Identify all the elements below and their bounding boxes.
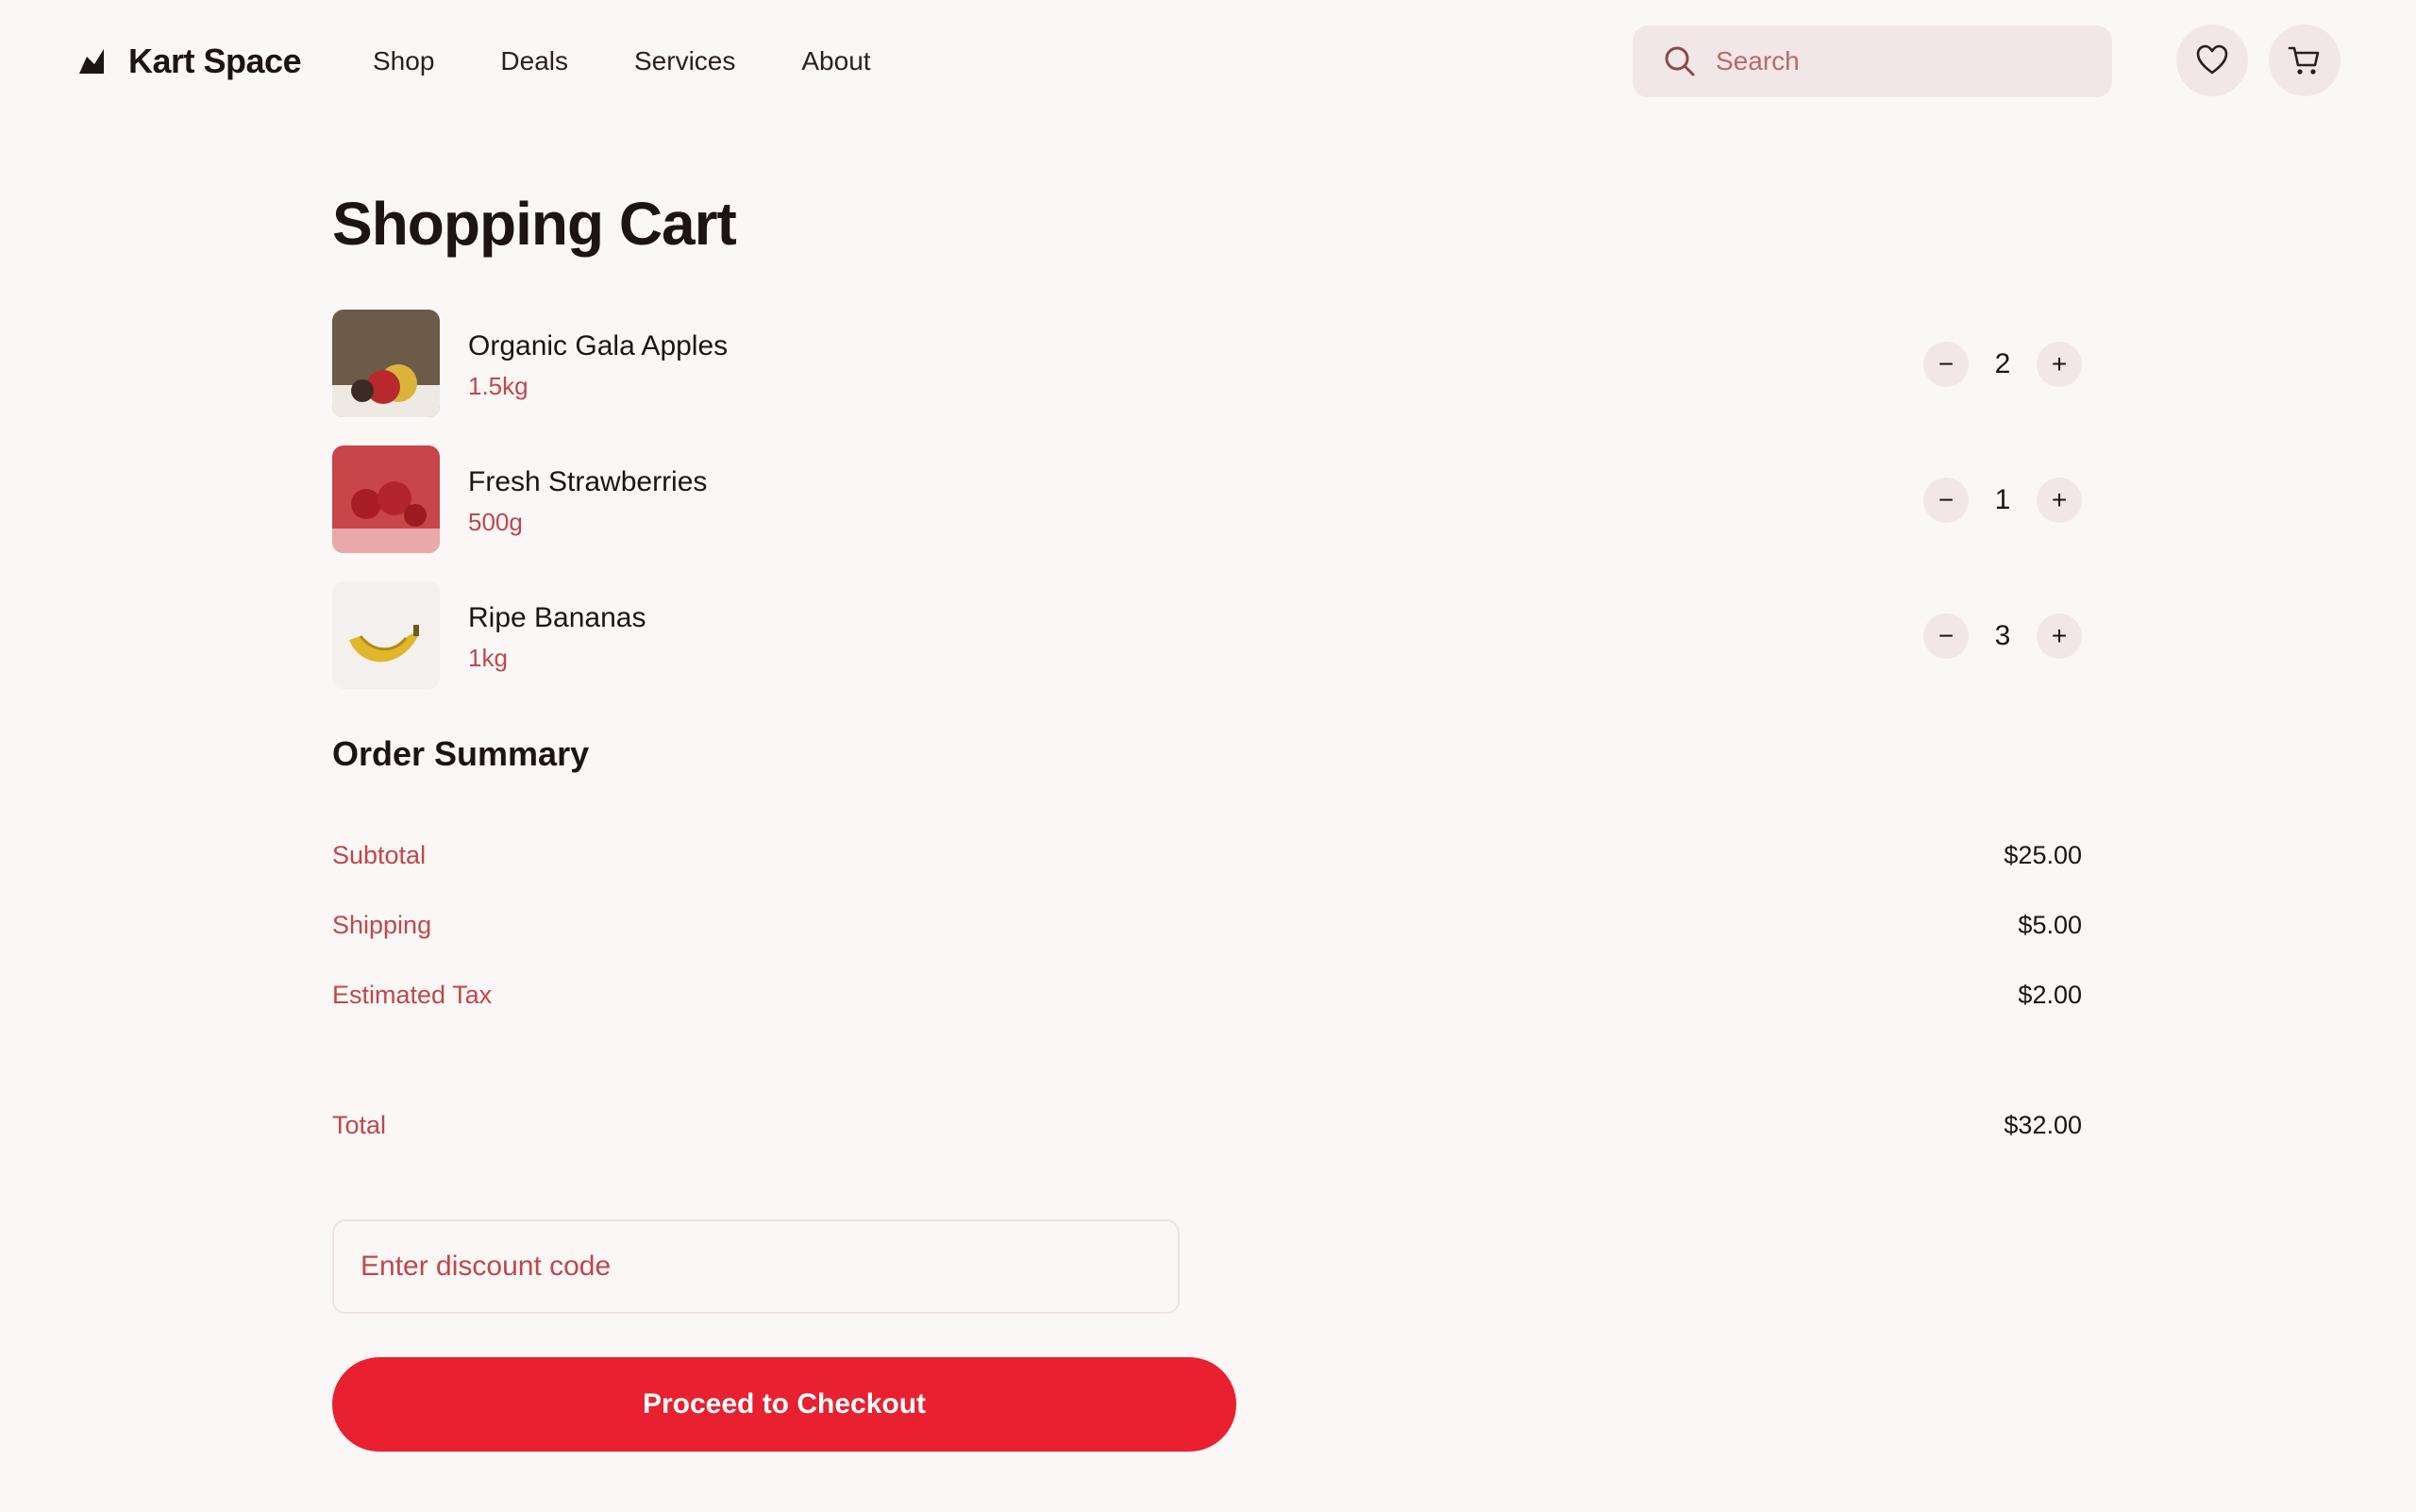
summary-row-subtotal: Subtotal $25.00 — [332, 836, 2082, 874]
brand-logo-icon — [79, 49, 104, 74]
brand-name: Kart Space — [128, 42, 302, 80]
strawberries-image — [332, 445, 440, 553]
increase-quantity-button[interactable]: + — [2037, 478, 2082, 523]
decrease-quantity-button[interactable]: − — [1923, 613, 1969, 659]
search-input[interactable] — [1716, 46, 2093, 76]
decrease-quantity-button[interactable]: − — [1923, 478, 1969, 523]
nav-link-shop[interactable]: Shop — [373, 46, 434, 76]
quantity-stepper: − 3 + — [1923, 613, 2082, 659]
item-size: 1.5kg — [468, 372, 528, 400]
wishlist-button[interactable] — [2176, 25, 2248, 96]
bananas-image — [332, 581, 440, 689]
tax-label: Estimated Tax — [332, 980, 493, 1009]
summary-row-total: Total $32.00 — [332, 1106, 2082, 1144]
quantity-value: 3 — [1994, 620, 2011, 651]
decrease-quantity-button[interactable]: − — [1923, 342, 1969, 387]
cart-item: Organic Gala Apples 1.5kg − 2 + — [332, 310, 2082, 419]
proceed-to-checkout-button[interactable]: Proceed to Checkout — [332, 1357, 1236, 1452]
item-name: Fresh Strawberries — [468, 466, 708, 497]
search-icon — [1665, 46, 1695, 76]
main-nav: Shop Deals Services About — [373, 40, 871, 83]
subtotal-label: Subtotal — [332, 840, 427, 869]
item-size: 1kg — [468, 644, 508, 672]
item-name: Organic Gala Apples — [468, 330, 729, 361]
search-bar[interactable] — [1633, 25, 2112, 97]
increase-quantity-button[interactable]: + — [2037, 342, 2082, 387]
nav-link-services[interactable]: Services — [634, 46, 735, 76]
summary-row-tax: Estimated Tax $2.00 — [332, 976, 2082, 1014]
total-label: Total — [332, 1110, 387, 1139]
item-name: Ripe Bananas — [468, 602, 646, 633]
nav-link-deals[interactable]: Deals — [500, 46, 568, 76]
quantity-value: 1 — [1994, 484, 2011, 515]
order-summary-title: Order Summary — [332, 734, 590, 773]
summary-row-shipping: Shipping $5.00 — [332, 906, 2082, 944]
quantity-value: 2 — [1994, 348, 2011, 379]
shipping-value: $5.00 — [2018, 910, 2082, 939]
apples-image — [332, 310, 440, 417]
discount-code-field[interactable] — [332, 1219, 1180, 1314]
cart-item: Ripe Bananas 1kg − 3 + — [332, 581, 2082, 691]
heart-icon — [2196, 44, 2228, 75]
cart-item: Fresh Strawberries 500g − 1 + — [332, 445, 2082, 555]
increase-quantity-button[interactable]: + — [2037, 613, 2082, 659]
shopping-cart-icon — [2288, 46, 2320, 75]
subtotal-value: $25.00 — [2004, 840, 2082, 869]
quantity-stepper: − 2 + — [1923, 342, 2082, 387]
nav-link-about[interactable]: About — [801, 46, 870, 76]
cart-button[interactable] — [2269, 25, 2340, 96]
brand-logo-link[interactable]: Kart Space — [76, 40, 302, 83]
quantity-stepper: − 1 + — [1923, 478, 2082, 523]
discount-code-input[interactable] — [361, 1251, 1134, 1283]
item-size: 500g — [468, 508, 523, 536]
tax-value: $2.00 — [2018, 980, 2082, 1009]
total-value: $32.00 — [2004, 1110, 2082, 1139]
top-navigation-bar: Kart Space Shop Deals Services About — [0, 0, 2416, 123]
page-title: Shopping Cart — [332, 190, 737, 258]
shipping-label: Shipping — [332, 910, 432, 939]
